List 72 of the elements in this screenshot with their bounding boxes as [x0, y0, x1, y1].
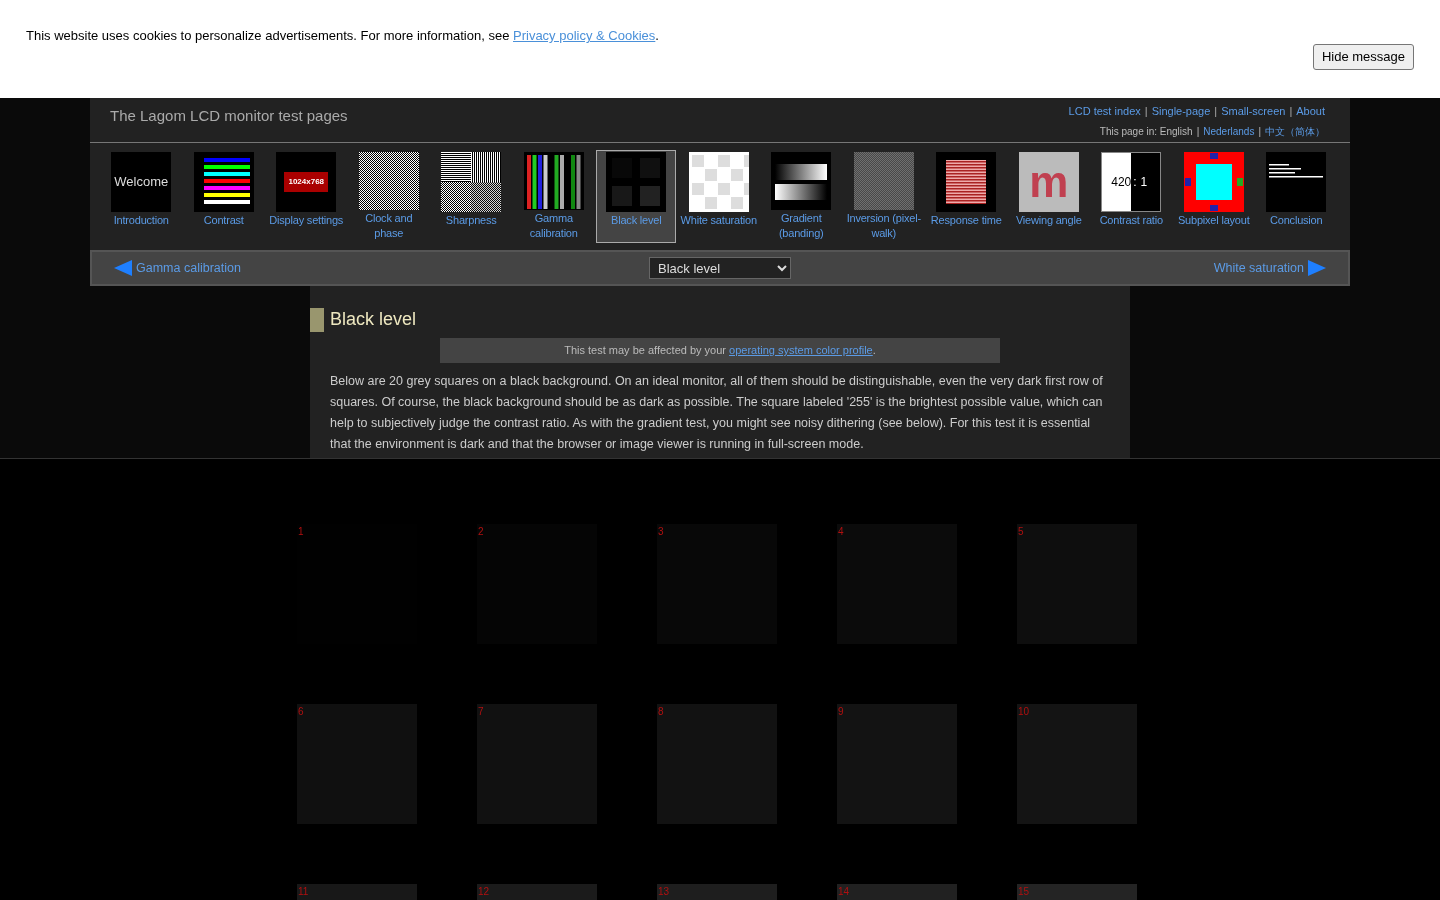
- square-label: 14: [838, 885, 850, 899]
- test-thumbnail-link[interactable]: m Viewing angle: [1008, 150, 1089, 243]
- test-thumbnail-link[interactable]: Conclusion: [1256, 150, 1337, 243]
- thumbnail-image: [441, 152, 502, 212]
- next-link[interactable]: White saturation: [1126, 258, 1326, 278]
- article-title: Black level: [330, 308, 417, 331]
- link-separator: |: [1257, 124, 1262, 139]
- thumbnail-text: :: [1133, 174, 1137, 191]
- square-label: 10: [1018, 705, 1030, 719]
- header-link[interactable]: LCD test index: [1068, 103, 1141, 120]
- language-link[interactable]: Nederlands: [1203, 123, 1255, 139]
- square-label: 1: [298, 525, 304, 539]
- language-label: This page in: English: [1099, 124, 1193, 139]
- test-thumbnail-link[interactable]: 420 : 1 Contrast ratio: [1091, 150, 1172, 243]
- site-title: The Lagom LCD monitor test pages: [110, 106, 348, 126]
- test-thumbnail-link[interactable]: Gamma calibration: [513, 150, 594, 243]
- thumbnail-text: m: [1029, 160, 1069, 204]
- link-separator: |: [1143, 104, 1149, 119]
- thumbnail-image: [936, 152, 997, 212]
- test-thumbnail-link[interactable]: White saturation: [678, 150, 759, 243]
- header-link[interactable]: Small-screen: [1221, 103, 1286, 120]
- thumbnail-image: [606, 152, 667, 212]
- thumbnail-image: [771, 152, 832, 210]
- thumbnail-text: Welcome: [114, 173, 169, 192]
- cookie-message: This website uses cookies to personalize advertisements. For more information, see Privacy policy & Cookies.: [26, 27, 659, 45]
- previous-link[interactable]: Gamma calibration: [114, 258, 314, 278]
- thumbnail-image: [358, 152, 419, 210]
- link-separator: |: [1288, 104, 1294, 119]
- thumbnail-image: [853, 152, 914, 210]
- thumbnail-text: 1024x768: [284, 172, 329, 192]
- language-link[interactable]: 中文（简体）: [1265, 123, 1325, 139]
- heading-marker: [310, 307, 324, 332]
- color-profile-link[interactable]: operating system color profile: [729, 344, 873, 356]
- square-label: 9: [838, 705, 844, 719]
- square-label: 7: [478, 705, 484, 719]
- square-label: 11: [298, 885, 309, 899]
- square-label: 5: [1018, 525, 1024, 539]
- header-link[interactable]: Single-page: [1151, 103, 1211, 120]
- square-label: 8: [658, 705, 664, 719]
- right-arrow-icon: [1308, 260, 1326, 276]
- test-thumbnail-link[interactable]: Response time: [926, 150, 1007, 243]
- article-text: Below are 20 grey squares on a black background. On an ideal monitor, all of them should be distinguishable, even the very dark first row of squares. Of course, the black background should be as dark as possible. The square labeled '255' is the brightest possible value, which can help to subjectively judge the contrast ratio. As with the gradient test, you might see noisy dithering (see below). For this test it is essential that the environment is dark and that the browser or image viewer is running in full-screen mode.: [329, 372, 1104, 453]
- link-separator: |: [1213, 104, 1219, 119]
- test-thumbnail-link[interactable]: Contrast: [183, 150, 264, 243]
- test-thumbnail-link[interactable]: Gradient (banding): [761, 150, 842, 243]
- thumbnail-image: [1183, 152, 1244, 212]
- square-label: 13: [658, 885, 670, 899]
- thumbnail-image: [523, 152, 584, 210]
- test-thumbnail-link[interactable]: Welcome Introduction: [101, 150, 182, 243]
- square-label: 15: [1018, 885, 1030, 899]
- thumbnail-image: [1266, 152, 1327, 212]
- test-thumbnail-link[interactable]: Sharpness: [431, 150, 512, 243]
- square-label: 12: [478, 885, 490, 899]
- square-label: 6: [298, 705, 304, 719]
- header-link[interactable]: About: [1296, 103, 1325, 120]
- test-thumbnail-link[interactable]: Black level: [596, 150, 677, 243]
- square-label: 2: [478, 525, 484, 539]
- link-separator: |: [1195, 124, 1201, 139]
- page-select[interactable]: Black level: [649, 257, 791, 279]
- left-arrow-icon: [114, 260, 132, 276]
- square-label: 4: [838, 525, 844, 539]
- thumbnail-text: 1: [1140, 174, 1148, 191]
- test-thumbnail-link[interactable]: 1024x768 Display settings: [266, 150, 347, 243]
- test-thumbnail-link[interactable]: Subpixel layout: [1173, 150, 1254, 243]
- test-thumbnail-link[interactable]: Inversion (pixel-walk): [843, 150, 924, 243]
- thumbnail-text: 420: [1111, 174, 1132, 191]
- square-label: 3: [658, 525, 664, 539]
- test-thumbnail-link[interactable]: Clock and phase: [348, 150, 429, 243]
- color-profile-notice: This test may be affected by your operating system color profile.: [440, 338, 1000, 363]
- thumbnail-image: [688, 152, 749, 212]
- thumbnail-image: [193, 152, 254, 212]
- hide-message-button[interactable]: Hide message: [1312, 44, 1414, 70]
